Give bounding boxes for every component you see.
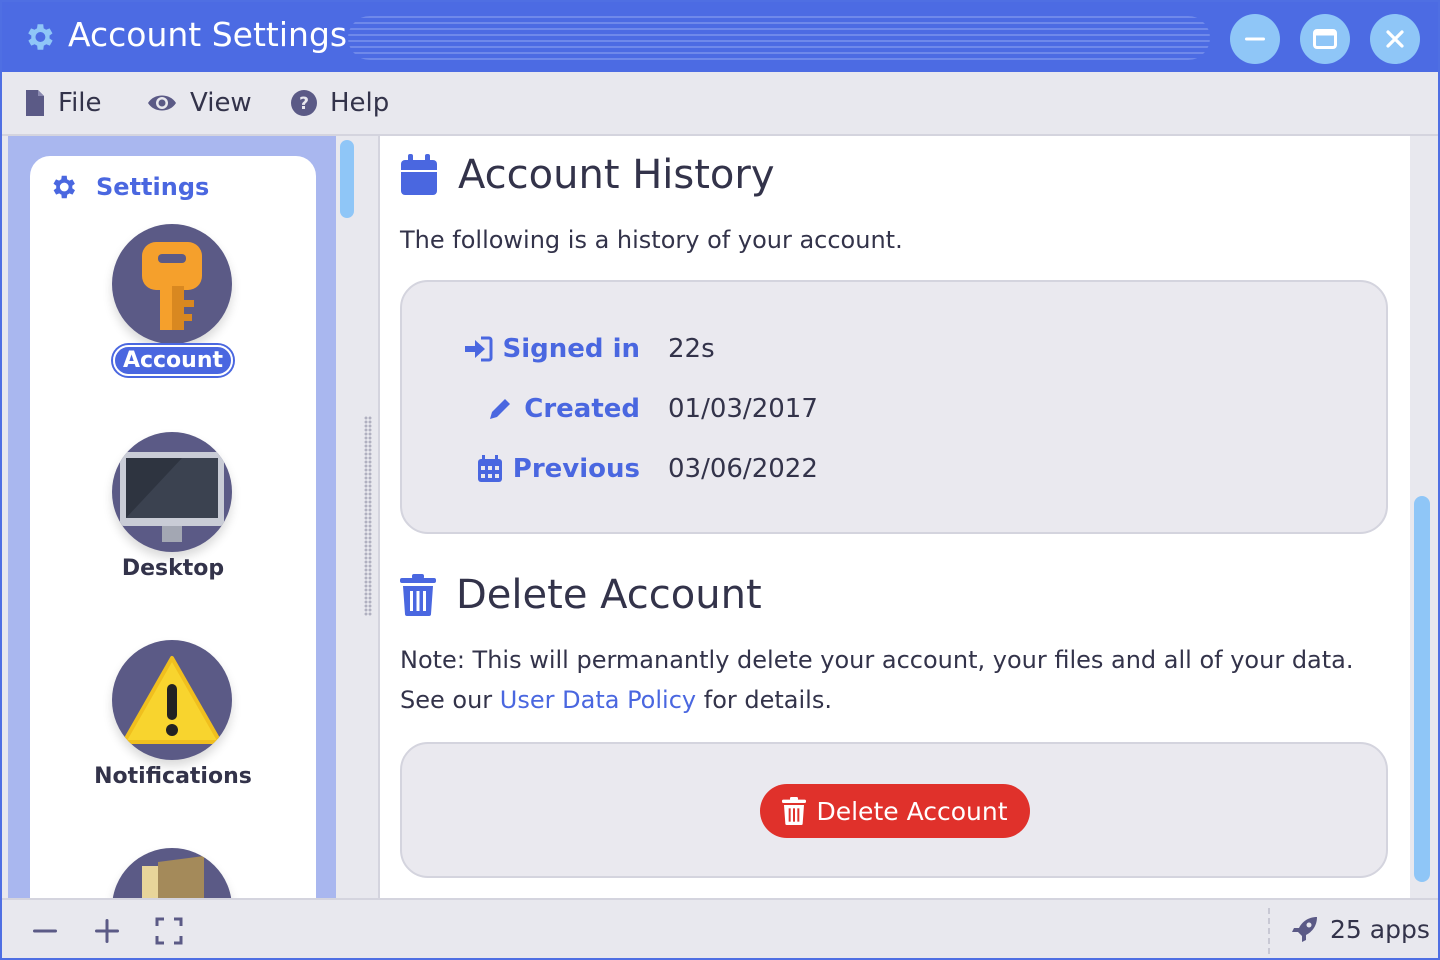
fullscreen-icon — [155, 917, 183, 945]
delete-title-text: Delete Account — [456, 572, 762, 618]
policy-suffix: for details. — [703, 686, 832, 714]
delete-account-button-label: Delete Account — [816, 796, 1008, 826]
zoom-out-icon — [33, 929, 57, 933]
sidebar-scrollbar[interactable] — [338, 136, 358, 898]
key-icon — [112, 224, 232, 344]
sidebar-item-account[interactable]: Account — [30, 224, 316, 384]
pencil-icon — [490, 399, 511, 419]
gear-icon — [28, 24, 53, 50]
sidebar-item-label: Account — [30, 345, 316, 376]
history-row: Created 01/03/2017 — [402, 394, 1390, 434]
warning-icon — [112, 640, 232, 760]
content-scrollbar-thumb[interactable] — [1414, 496, 1430, 882]
menu-file[interactable]: File — [24, 86, 102, 120]
user-data-policy-link[interactable]: User Data Policy — [500, 686, 696, 714]
sidebar-item-notifications[interactable]: Notifications — [30, 640, 316, 800]
history-description: The following is a history of your accou… — [400, 226, 903, 254]
policy-prefix: See our — [400, 686, 493, 714]
history-label: Signed in — [463, 334, 640, 364]
trash-icon — [782, 797, 807, 825]
history-value: 03/06/2022 — [668, 454, 818, 484]
delete-account-button[interactable]: Delete Account — [760, 784, 1030, 838]
sidebar-header: Settings — [48, 172, 209, 202]
menu-view[interactable]: View — [146, 86, 252, 120]
status-bar: 25 apps — [2, 898, 1438, 958]
menu-help-label: Help — [330, 88, 390, 118]
apps-count[interactable]: 25 apps — [1290, 914, 1430, 944]
history-row: Signed in 22s — [402, 334, 1390, 374]
monitor-icon — [112, 432, 232, 552]
title-drag-area[interactable] — [348, 16, 1210, 60]
sidebar-item-desktop[interactable]: Desktop — [30, 432, 316, 592]
minimize-button[interactable] — [1230, 14, 1280, 64]
history-title: Account History — [400, 152, 775, 198]
menu-help[interactable]: ? Help — [290, 86, 389, 120]
history-box: Signed in 22s Created 01/03/2017 Previou… — [400, 280, 1388, 534]
sign-in-icon — [464, 336, 493, 362]
main-content: Account History The following is a histo… — [380, 136, 1410, 898]
help-icon: ? — [291, 90, 317, 116]
file-icon — [26, 90, 44, 116]
menu-file-label: File — [58, 88, 102, 118]
history-value: 01/03/2017 — [668, 394, 818, 424]
maximize-icon — [1313, 29, 1337, 49]
fullscreen-button[interactable] — [154, 916, 184, 946]
sidebar-scrollbar-thumb[interactable] — [340, 140, 354, 218]
trash-icon — [400, 574, 436, 616]
svg-text:?: ? — [299, 94, 309, 114]
apps-count-label: 25 apps — [1330, 914, 1430, 944]
app-window: Account Settings File View ? Help Settin… — [0, 0, 1440, 960]
close-button[interactable] — [1370, 14, 1420, 64]
zoom-out-button[interactable] — [30, 916, 60, 946]
history-row: Previous 03/06/2022 — [402, 454, 1390, 494]
menu-bar: File View ? Help — [2, 72, 1438, 136]
sidebar: Settings Account Desktop Notifications — [8, 136, 336, 958]
status-separator — [1268, 908, 1270, 954]
delete-note: Note: This will permanantly delete your … — [400, 646, 1354, 674]
minimize-icon — [1245, 37, 1265, 41]
history-label: Previous — [477, 454, 640, 484]
title-bar[interactable]: Account Settings — [2, 2, 1438, 72]
close-icon — [1386, 30, 1404, 48]
sidebar-item-label: Desktop — [121, 556, 225, 581]
history-title-text: Account History — [458, 152, 775, 198]
eye-icon — [148, 95, 176, 111]
calendar-icon — [401, 154, 437, 195]
history-label: Created — [486, 394, 640, 424]
sidebar-header-label: Settings — [96, 173, 210, 201]
zoom-in-icon — [95, 919, 119, 943]
maximize-button[interactable] — [1300, 14, 1350, 64]
pane-divider[interactable] — [358, 136, 380, 898]
menu-view-label: View — [190, 88, 252, 118]
delete-title: Delete Account — [400, 572, 762, 618]
delete-policy-line: See our User Data Policy for details. — [400, 680, 832, 720]
delete-box: Delete Account — [400, 742, 1388, 878]
sidebar-item-label: Notifications — [94, 764, 252, 789]
gear-icon — [53, 175, 75, 199]
zoom-in-button[interactable] — [92, 916, 122, 946]
rocket-icon — [1292, 917, 1317, 942]
history-value: 22s — [668, 334, 715, 364]
window-title: Account Settings — [68, 15, 348, 54]
sidebar-card: Settings Account Desktop Notifications — [30, 156, 316, 958]
calendar-icon — [477, 455, 502, 482]
resize-grip[interactable] — [364, 416, 372, 616]
content-scrollbar[interactable] — [1410, 136, 1438, 898]
